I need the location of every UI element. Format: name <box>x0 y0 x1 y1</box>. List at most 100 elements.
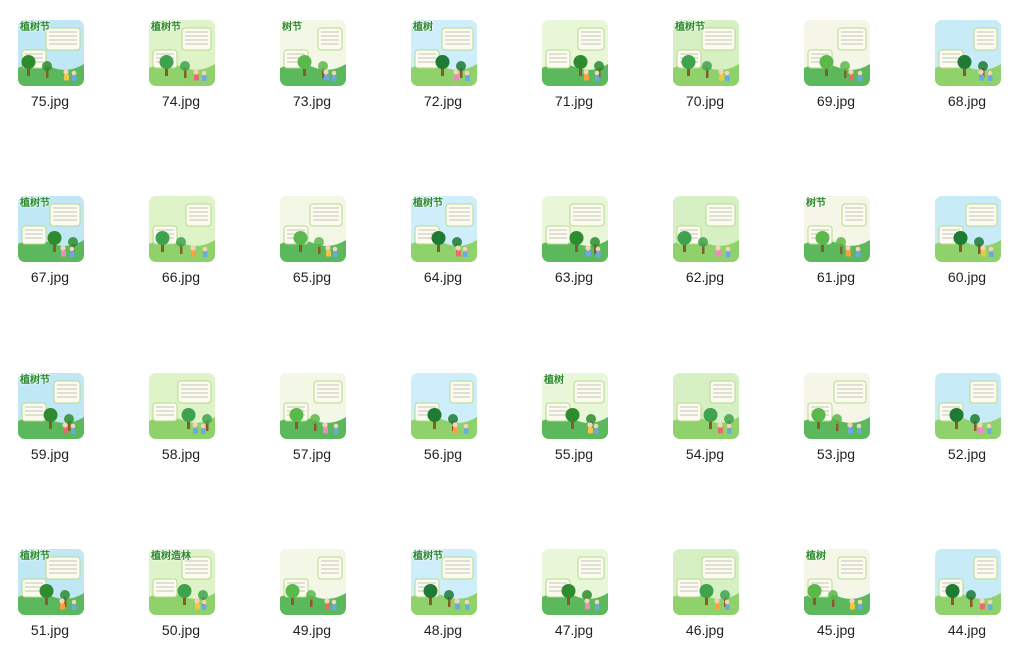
file-tile[interactable]: 植树 55.jpg <box>524 373 624 483</box>
poster-title: 植树 <box>806 551 826 562</box>
image-thumbnail[interactable]: 植树节 <box>18 196 84 262</box>
file-name-label: 73.jpg <box>292 93 332 109</box>
poster-title: 植树节 <box>20 22 50 33</box>
image-thumbnail[interactable] <box>149 373 215 439</box>
file-tile[interactable]: 49.jpg <box>262 549 362 658</box>
file-tile[interactable]: 植树节 48.jpg <box>393 549 493 658</box>
image-thumbnail[interactable] <box>673 549 739 615</box>
image-thumbnail[interactable]: 植树节 <box>411 196 477 262</box>
file-name-label: 48.jpg <box>423 622 463 638</box>
file-tile[interactable]: 植树节 67.jpg <box>0 196 100 306</box>
image-thumbnail[interactable]: 植树 <box>542 373 608 439</box>
file-tile[interactable]: 56.jpg <box>393 373 493 483</box>
image-thumbnail[interactable] <box>542 549 608 615</box>
file-name-label: 59.jpg <box>30 446 70 462</box>
image-thumbnail[interactable] <box>935 373 1001 439</box>
file-name-label: 70.jpg <box>685 93 725 109</box>
image-thumbnail[interactable] <box>673 196 739 262</box>
poster-title: 树节 <box>282 22 302 33</box>
file-name-label: 68.jpg <box>947 93 987 109</box>
image-thumbnail[interactable]: 植树节 <box>18 20 84 86</box>
image-thumbnail[interactable]: 植树节 <box>673 20 739 86</box>
file-tile[interactable]: 68.jpg <box>917 20 1017 130</box>
image-thumbnail[interactable]: 植树造林 <box>149 549 215 615</box>
file-name-label: 63.jpg <box>554 269 594 285</box>
image-thumbnail[interactable] <box>280 549 346 615</box>
file-tile[interactable]: 69.jpg <box>786 20 886 130</box>
file-name-label: 66.jpg <box>161 269 201 285</box>
file-name-label: 67.jpg <box>30 269 70 285</box>
file-name-label: 61.jpg <box>816 269 856 285</box>
file-tile[interactable]: 植树节 59.jpg <box>0 373 100 483</box>
file-tile[interactable]: 植树节 75.jpg <box>0 20 100 130</box>
file-name-label: 74.jpg <box>161 93 201 109</box>
image-thumbnail[interactable]: 植树节 <box>411 549 477 615</box>
image-thumbnail[interactable]: 植树节 <box>149 20 215 86</box>
image-thumbnail[interactable] <box>804 20 870 86</box>
file-tile[interactable]: 44.jpg <box>917 549 1017 658</box>
image-thumbnail[interactable]: 植树节 <box>18 373 84 439</box>
image-thumbnail[interactable] <box>280 196 346 262</box>
file-tile[interactable]: 53.jpg <box>786 373 886 483</box>
image-thumbnail[interactable] <box>149 196 215 262</box>
file-tile[interactable]: 植树 45.jpg <box>786 549 886 658</box>
image-thumbnail[interactable]: 树节 <box>280 20 346 86</box>
file-tile[interactable]: 71.jpg <box>524 20 624 130</box>
file-tile[interactable]: 62.jpg <box>655 196 755 306</box>
poster-title: 植树节 <box>151 22 181 33</box>
file-tile[interactable]: 植树节 64.jpg <box>393 196 493 306</box>
file-tile[interactable]: 树节 61.jpg <box>786 196 886 306</box>
file-name-label: 55.jpg <box>554 446 594 462</box>
image-thumbnail[interactable] <box>673 373 739 439</box>
file-tile[interactable]: 54.jpg <box>655 373 755 483</box>
file-tile[interactable]: 58.jpg <box>131 373 231 483</box>
file-tile[interactable]: 植树节 74.jpg <box>131 20 231 130</box>
file-name-label: 56.jpg <box>423 446 463 462</box>
thumbnail-grid: 植树节 75.jpg 植树节 74.jpg 树节 73.jpg 植树 72.jpg 71.jpg… <box>0 0 1024 658</box>
file-tile[interactable]: 植树节 70.jpg <box>655 20 755 130</box>
image-thumbnail[interactable]: 植树 <box>804 549 870 615</box>
file-tile[interactable]: 47.jpg <box>524 549 624 658</box>
file-tile[interactable]: 52.jpg <box>917 373 1017 483</box>
file-name-label: 65.jpg <box>292 269 332 285</box>
poster-title: 植树节 <box>20 198 50 209</box>
file-tile[interactable]: 植树造林 50.jpg <box>131 549 231 658</box>
file-tile[interactable]: 65.jpg <box>262 196 362 306</box>
image-thumbnail[interactable] <box>935 20 1001 86</box>
file-name-label: 57.jpg <box>292 446 332 462</box>
poster-title: 植树造林 <box>151 551 191 562</box>
file-tile[interactable]: 植树节 51.jpg <box>0 549 100 658</box>
poster-title: 植树节 <box>675 22 705 33</box>
file-name-label: 47.jpg <box>554 622 594 638</box>
file-name-label: 69.jpg <box>816 93 856 109</box>
image-thumbnail[interactable] <box>280 373 346 439</box>
poster-title: 植树节 <box>413 551 443 562</box>
image-thumbnail[interactable] <box>804 373 870 439</box>
file-tile[interactable]: 植树 72.jpg <box>393 20 493 130</box>
file-tile[interactable]: 66.jpg <box>131 196 231 306</box>
image-thumbnail[interactable]: 树节 <box>804 196 870 262</box>
image-thumbnail[interactable] <box>411 373 477 439</box>
file-name-label: 64.jpg <box>423 269 463 285</box>
file-name-label: 46.jpg <box>685 622 725 638</box>
file-name-label: 71.jpg <box>554 93 594 109</box>
file-name-label: 52.jpg <box>947 446 987 462</box>
poster-title: 植树 <box>544 375 564 386</box>
image-thumbnail[interactable]: 植树 <box>411 20 477 86</box>
image-thumbnail[interactable] <box>935 196 1001 262</box>
file-name-label: 58.jpg <box>161 446 201 462</box>
poster-title: 植树节 <box>413 198 443 209</box>
file-tile[interactable]: 46.jpg <box>655 549 755 658</box>
file-tile[interactable]: 57.jpg <box>262 373 362 483</box>
image-thumbnail[interactable]: 植树节 <box>18 549 84 615</box>
file-name-label: 60.jpg <box>947 269 987 285</box>
image-thumbnail[interactable] <box>935 549 1001 615</box>
file-name-label: 53.jpg <box>816 446 856 462</box>
image-thumbnail[interactable] <box>542 196 608 262</box>
file-name-label: 72.jpg <box>423 93 463 109</box>
file-tile[interactable]: 树节 73.jpg <box>262 20 362 130</box>
file-tile[interactable]: 63.jpg <box>524 196 624 306</box>
image-thumbnail[interactable] <box>542 20 608 86</box>
file-name-label: 75.jpg <box>30 93 70 109</box>
file-tile[interactable]: 60.jpg <box>917 196 1017 306</box>
